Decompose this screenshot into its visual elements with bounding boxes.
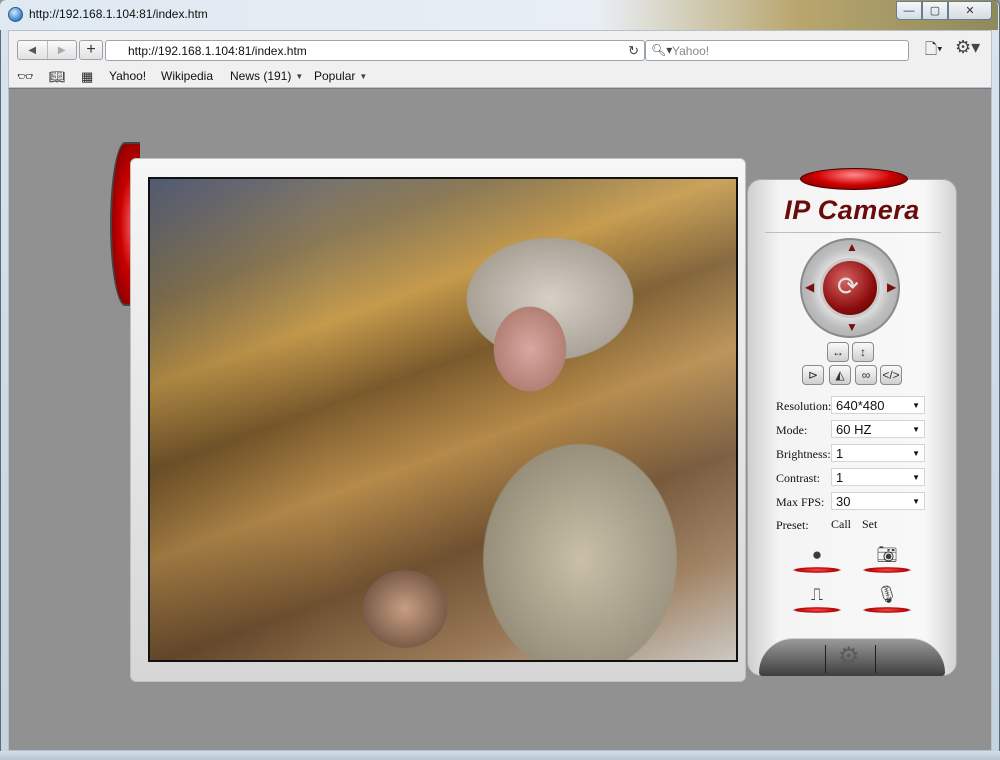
bookmarks-bar: 👓︎ 📖︎ ▦ Yahoo! Wikipedia News (191) ▼ Pop…: [8, 66, 992, 88]
chevron-down-icon: ▼: [295, 72, 304, 81]
panel-title: IP Camera: [784, 195, 920, 225]
back-button[interactable]: ◀: [18, 41, 47, 59]
flip-icon[interactable]: ⊳: [802, 365, 824, 385]
talk-glow: [862, 607, 912, 613]
ptz-joystick[interactable]: ▲ ▼ ◀ ▶ ⟳: [800, 238, 900, 338]
contrast-label: Contrast:: [776, 471, 820, 485]
title-divider: [765, 232, 941, 233]
arrow-right-icon[interactable]: ▶: [887, 280, 896, 294]
brightness-label: Brightness:: [776, 447, 831, 461]
chevron-down-icon: ▼: [359, 72, 368, 81]
base-divider: [875, 645, 876, 673]
contrast-select[interactable]: 1 ▼: [831, 468, 925, 486]
video-overlay: [150, 179, 736, 660]
record-icon: ●: [811, 545, 823, 564]
bookmark-news[interactable]: News (191) ▼: [230, 69, 303, 83]
mirror-icon[interactable]: ◭: [829, 365, 851, 385]
arrow-left-icon[interactable]: ◀: [805, 280, 814, 294]
max-fps-select[interactable]: 30 ▼: [831, 492, 925, 510]
browser-globe-icon: [8, 7, 23, 22]
bookmark-news-label: News (191): [230, 69, 292, 83]
search-input[interactable]: 🔍︎▾ Yahoo!: [645, 40, 909, 61]
add-bookmark-button[interactable]: +: [79, 40, 103, 60]
window-bottom-border: [0, 751, 1000, 760]
title-bar: http://192.168.1.104:81/index.htm — ▢ ✕: [0, 0, 998, 30]
arrow-down-icon[interactable]: ▼: [846, 320, 858, 334]
io-icon[interactable]: </>: [880, 365, 902, 385]
close-button[interactable]: ✕: [948, 1, 992, 20]
window-title: http://192.168.1.104:81/index.htm: [29, 7, 208, 21]
bookmark-yahoo[interactable]: Yahoo!: [109, 69, 146, 83]
max-fps-value: 30: [836, 494, 851, 509]
camera-video-feed: [148, 177, 738, 662]
address-text: http://192.168.1.104:81/index.htm: [128, 44, 307, 58]
resolution-value: 640*480: [836, 398, 885, 413]
arrow-up-icon[interactable]: ▲: [846, 240, 858, 254]
preset-set-button[interactable]: Set: [862, 517, 877, 532]
bookmark-wikipedia[interactable]: Wikipedia: [161, 69, 213, 83]
resolution-label: Resolution:: [776, 399, 832, 413]
chevron-down-icon: ▼: [912, 473, 920, 482]
chevron-down-icon: ▼: [912, 401, 920, 410]
status-led: [800, 168, 908, 190]
contrast-value: 1: [836, 470, 844, 485]
bookmark-popular-label: Popular: [314, 69, 356, 83]
chevron-down-icon: ▼: [912, 497, 920, 506]
maximize-button[interactable]: ▢: [922, 1, 948, 20]
base-divider: [825, 645, 826, 673]
forward-button[interactable]: ▶: [46, 41, 77, 59]
snapshot-glow: [862, 567, 912, 573]
navigation-toolbar: ◀ ▶ + http://192.168.1.104:81/index.htm …: [8, 30, 992, 66]
mode-select[interactable]: 60 HZ ▼: [831, 420, 925, 438]
snapshot-button[interactable]: 📷︎: [862, 545, 912, 573]
address-bar[interactable]: http://192.168.1.104:81/index.htm ↻: [105, 40, 645, 61]
search-placeholder: Yahoo!: [672, 44, 710, 58]
settings-gear-icon[interactable]: ⚙: [838, 642, 860, 671]
headphones-icon: ⎍: [811, 585, 823, 604]
horizontal-patrol-button[interactable]: ↔: [827, 342, 849, 362]
audio-glow: [792, 607, 842, 613]
record-glow: [792, 567, 842, 573]
brightness-select[interactable]: 1 ▼: [831, 444, 925, 462]
microphone-icon: 🎙︎: [876, 585, 898, 604]
grid-icon[interactable]: ▦: [81, 69, 93, 85]
vertical-patrol-button[interactable]: ↕: [852, 342, 874, 362]
chevron-down-icon: ▼: [912, 425, 920, 434]
bookmark-popular[interactable]: Popular ▼: [314, 69, 367, 83]
chevron-down-icon: ▼: [912, 449, 920, 458]
reload-icon[interactable]: ↻: [628, 43, 639, 59]
gear-icon[interactable]: ⚙▾: [955, 37, 980, 58]
brightness-value: 1: [836, 446, 844, 461]
preset-label: Preset:: [776, 518, 809, 532]
patrol-button[interactable]: ⟳: [820, 258, 880, 318]
talk-button[interactable]: 🎙︎: [862, 585, 912, 613]
max-fps-label: Max FPS:: [776, 495, 825, 509]
audio-button[interactable]: ⎍: [792, 585, 842, 613]
search-icon: 🔍︎▾: [651, 43, 673, 57]
camera-icon: 📷︎: [876, 545, 898, 564]
preset-call-button[interactable]: Call: [831, 517, 851, 532]
nav-buttons: ◀ ▶: [17, 40, 77, 60]
record-button[interactable]: ●: [792, 545, 842, 573]
page-menu-icon[interactable]: 🗋▾: [925, 39, 943, 64]
patrol-rotate-icon: ⟳: [837, 271, 859, 301]
reading-glasses-icon[interactable]: 👓︎: [17, 69, 34, 85]
open-book-icon[interactable]: 📖︎: [49, 69, 66, 85]
window-controls: — ▢ ✕: [896, 1, 992, 20]
resolution-select[interactable]: 640*480 ▼: [831, 396, 925, 414]
mode-label: Mode:: [776, 423, 808, 437]
mode-value: 60 HZ: [836, 422, 872, 437]
minimize-button[interactable]: —: [896, 1, 922, 20]
infrared-icon[interactable]: ∞: [855, 365, 877, 385]
